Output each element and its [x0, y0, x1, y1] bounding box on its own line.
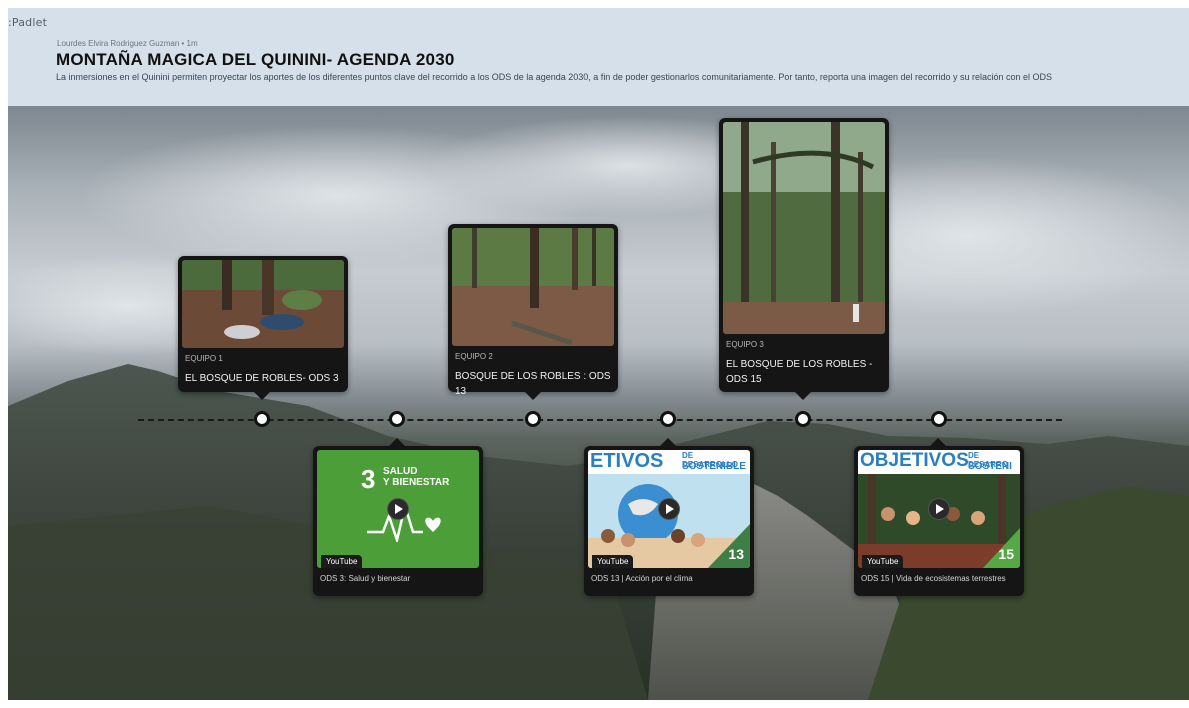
ods-badge: 15 [998, 546, 1014, 562]
board-title: MONTAÑA MAGICA DEL QUININI- AGENDA 2030 [56, 50, 455, 69]
video-caption: ODS 15 | Vida de ecosistemas terrestres [861, 574, 1006, 583]
board-description: La inmersiones en el Quinini permiten pr… [56, 72, 1053, 82]
post-photo [452, 228, 614, 346]
post-pointer [795, 392, 811, 400]
padlet-board: :Padlet Lourdes Elvira Rodriguez Guzman … [8, 8, 1189, 700]
video-illustration [858, 474, 1020, 568]
youtube-badge: YouTube [862, 555, 904, 568]
post-pointer [389, 438, 405, 446]
video-card-ods-13[interactable]: ETIVOS DE DESARROLLO SOSTENIBLE 13 YouTu [584, 438, 754, 596]
timeline-dot-3[interactable] [525, 411, 541, 427]
youtube-badge: YouTube [592, 555, 634, 568]
post-card-equipo-1[interactable]: EQUIPO 1 EL BOSQUE DE ROBLES- ODS 3 [178, 256, 348, 400]
youtube-badge: YouTube [321, 555, 363, 568]
post-team: EQUIPO 2 [455, 352, 493, 361]
banner-small-text-2: SOSTENI [968, 461, 1012, 472]
post-pointer [660, 438, 676, 446]
ods-title-line-2: Y BIENESTAR [383, 477, 450, 488]
video-banner: ETIVOS DE DESARROLLO SOSTENIBLE [588, 450, 750, 474]
post-pointer [254, 392, 270, 400]
post-pointer [930, 438, 946, 446]
ods-title: SALUD Y BIENESTAR [383, 466, 449, 488]
timeline-dot-6[interactable] [931, 411, 947, 427]
timeline-dot-2[interactable] [389, 411, 405, 427]
banner-small-text-2: SOSTENIBLE [682, 461, 746, 472]
post-photo [723, 122, 885, 334]
post-team: EQUIPO 3 [726, 340, 764, 349]
board-author: Lourdes Elvira Rodriguez Guzman • 1m [57, 39, 198, 48]
timeline-canvas[interactable]: EQUIPO 1 EL BOSQUE DE ROBLES- ODS 3 EQUI… [8, 106, 1189, 700]
banner-big-text: ETIVOS [590, 450, 664, 472]
post-team: EQUIPO 1 [185, 354, 223, 363]
video-caption: ODS 3: Salud y bienestar [320, 574, 411, 583]
post-caption: EL BOSQUE DE LOS ROBLES - ODS 15 [726, 359, 873, 385]
ods-number: 3 [361, 464, 376, 494]
video-thumbnail: 3 SALUD Y BIENESTAR YouTube [317, 450, 479, 568]
video-thumbnail: OBJETIVOS DE DESARRO SOSTENI 15 YouTube [858, 450, 1020, 568]
video-card-ods-3[interactable]: 3 SALUD Y BIENESTAR YouTube ODS 3: Salud… [313, 438, 483, 596]
post-card-equipo-2[interactable]: EQUIPO 2 BOSQUE DE LOS ROBLES : ODS 13 [448, 224, 618, 400]
video-card-ods-15[interactable]: OBJETIVOS DE DESARRO SOSTENI 15 YouTube [854, 438, 1024, 596]
video-illustration [588, 484, 750, 568]
banner-big-text: OBJETIVOS [860, 450, 969, 471]
timeline-dot-5[interactable] [795, 411, 811, 427]
timeline-line [138, 419, 1062, 421]
play-icon[interactable] [387, 498, 409, 520]
mountain-wallpaper [8, 116, 1189, 700]
play-icon[interactable] [928, 498, 950, 520]
post-caption: EL BOSQUE DE ROBLES- ODS 3 [185, 373, 339, 384]
video-banner: OBJETIVOS DE DESARRO SOSTENI [858, 450, 1020, 474]
post-photo [182, 260, 344, 348]
timeline-dot-4[interactable] [660, 411, 676, 427]
timeline-dot-1[interactable] [254, 411, 270, 427]
post-pointer [525, 392, 541, 400]
ods-badge: 13 [728, 546, 744, 562]
padlet-logo[interactable]: :Padlet [8, 16, 47, 29]
post-card-equipo-3[interactable]: EQUIPO 3 EL BOSQUE DE LOS ROBLES - ODS 1… [719, 118, 889, 400]
board-header: :Padlet Lourdes Elvira Rodriguez Guzman … [8, 8, 1189, 106]
video-caption: ODS 13 | Acción por el clima [591, 574, 693, 583]
video-thumbnail: ETIVOS DE DESARROLLO SOSTENIBLE 13 YouTu [588, 450, 750, 568]
ods-title-line-1: SALUD [383, 466, 418, 477]
play-icon[interactable] [658, 498, 680, 520]
